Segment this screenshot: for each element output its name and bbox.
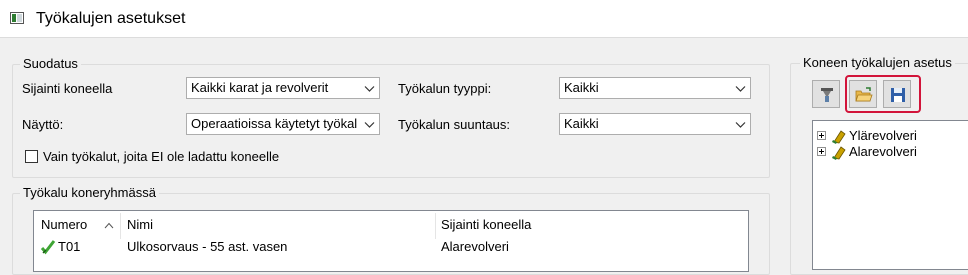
not-loaded-checkbox-label: Vain työkalut, joita EI ole ladattu kone…	[43, 149, 280, 164]
orientation-label: Työkalun suuntaus:	[398, 117, 511, 132]
tree-node-label: Ylärevolveri	[849, 128, 917, 143]
row-number[interactable]: T01	[58, 239, 80, 255]
group-tools-title: Työkalu koneryhmässä	[20, 185, 159, 201]
chevron-down-icon	[735, 122, 746, 128]
tool-type-label: Työkalun tyyppi:	[398, 81, 492, 96]
machine-tool-tree[interactable]: Ylärevolveri Alarevolveri	[812, 120, 968, 270]
orientation-dropdown[interactable]: Kaikki	[559, 113, 751, 135]
expand-icon[interactable]	[817, 147, 826, 156]
tree-node-upper-turret[interactable]: Ylärevolveri	[817, 128, 957, 144]
save-icon	[891, 88, 905, 102]
tree-node-lower-turret[interactable]: Alarevolveri	[817, 144, 957, 160]
machine-setup-title: Koneen työkalujen asetus	[800, 55, 955, 71]
tool-holder-button[interactable]	[812, 80, 840, 108]
row-location[interactable]: Alarevolveri	[441, 239, 509, 255]
chevron-down-icon	[364, 122, 375, 128]
chevron-down-icon	[364, 86, 375, 92]
column-header-number[interactable]: Numero	[41, 217, 87, 233]
window-app-icon	[10, 12, 24, 24]
sort-up-icon	[104, 222, 114, 229]
tool-holder-icon	[821, 88, 833, 102]
column-divider	[120, 213, 121, 239]
open-folder-icon	[855, 87, 873, 102]
chevron-down-icon	[735, 86, 746, 92]
display-dropdown[interactable]: Operaatioissa käytetyt työkalut	[186, 113, 380, 135]
window-titlebar: Työkalujen asetukset	[0, 0, 968, 38]
column-divider	[435, 213, 436, 239]
open-button[interactable]	[849, 80, 877, 108]
row-name[interactable]: Ulkosorvaus - 55 ast. vasen	[127, 239, 287, 255]
column-header-location[interactable]: Sijainti koneella	[441, 217, 531, 233]
column-header-name[interactable]: Nimi	[127, 217, 153, 233]
tool-check-icon	[40, 240, 56, 255]
display-label: Näyttö:	[22, 117, 64, 132]
not-loaded-checkbox[interactable]	[25, 150, 38, 163]
display-dropdown-value: Operaatioissa käytetyt työkalut	[191, 116, 357, 131]
turret-icon	[832, 146, 846, 160]
tools-list[interactable]: Numero Nimi Sijainti koneella T01 Ulkoso…	[33, 210, 749, 272]
orientation-dropdown-value: Kaikki	[564, 116, 599, 131]
tree-node-label: Alarevolveri	[849, 144, 917, 159]
tool-type-dropdown[interactable]: Kaikki	[559, 77, 751, 99]
window-title: Työkalujen asetukset	[36, 10, 186, 27]
tool-type-dropdown-value: Kaikki	[564, 80, 599, 95]
location-dropdown[interactable]: Kaikki karat ja revolverit	[186, 77, 380, 99]
expand-icon[interactable]	[817, 131, 826, 140]
location-dropdown-value: Kaikki karat ja revolverit	[191, 80, 329, 95]
save-button[interactable]	[883, 80, 911, 108]
location-label: Sijainti koneella	[22, 81, 113, 96]
filter-group-title: Suodatus	[20, 56, 81, 72]
turret-icon	[832, 130, 846, 144]
